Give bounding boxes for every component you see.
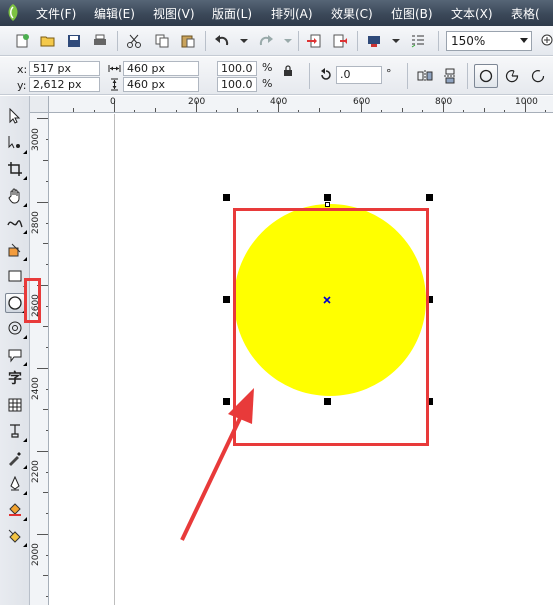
rotation-handle[interactable] — [325, 202, 330, 207]
paste-icon[interactable] — [178, 31, 198, 51]
rotation-angle-field[interactable]: .0 — [336, 66, 382, 84]
selection-handle[interactable] — [223, 296, 230, 303]
save-icon[interactable] — [64, 31, 84, 51]
menu-text[interactable]: 文本(X) — [451, 5, 493, 22]
annotation-tool-highlight — [24, 278, 41, 323]
interactive-fill-tool-icon[interactable] — [5, 526, 27, 547]
degree-label: ° — [386, 67, 392, 80]
ruler-label: 3000 — [31, 128, 41, 151]
ruler-label: 200 — [188, 97, 206, 107]
y-label: y: — [17, 79, 27, 92]
x-position-field[interactable]: 517 px — [29, 61, 100, 76]
scale-y-field[interactable]: 100.0 — [217, 77, 257, 92]
ruler-label: 0 — [110, 97, 116, 107]
menu-edit[interactable]: 编辑(E) — [94, 5, 135, 22]
mirror-horizontal-icon[interactable] — [415, 66, 435, 86]
annotation-arrow-icon — [180, 388, 254, 541]
vertical-ruler[interactable]: 3000 2800 2600 2400 2200 2000 — [30, 113, 49, 605]
ellipse-mode-button[interactable] — [474, 64, 498, 88]
ruler-label: 1000 — [515, 97, 538, 107]
ruler-origin[interactable] — [30, 96, 49, 113]
height-field[interactable]: 460 px — [123, 77, 199, 92]
table-tool-icon[interactable] — [5, 395, 25, 415]
chevron-down-icon[interactable] — [278, 31, 298, 51]
property-bar: x: 517 px y: 2,612 px 460 px 460 px 100.… — [0, 57, 553, 95]
ruler-label: 600 — [353, 97, 371, 107]
ruler-label: 2400 — [31, 377, 41, 400]
open-folder-icon[interactable] — [38, 31, 58, 51]
arc-mode-icon[interactable] — [528, 66, 548, 86]
menu-layout[interactable]: 版面(L) — [212, 5, 252, 22]
print-icon[interactable] — [90, 31, 110, 51]
chevron-down-icon[interactable] — [234, 31, 254, 51]
lock-ratio-icon[interactable] — [282, 64, 294, 76]
options-icon[interactable] — [408, 31, 428, 51]
text-tool-icon[interactable]: 字 — [5, 368, 25, 388]
mirror-vertical-icon[interactable] — [440, 66, 460, 86]
page-border — [114, 114, 115, 605]
pan-tool-icon[interactable] — [5, 186, 27, 207]
ruler-label: 2000 — [31, 543, 41, 566]
horizontal-ruler[interactable]: 0 200 400 600 800 1000 — [30, 96, 553, 113]
dimension-tool-icon[interactable] — [5, 421, 27, 442]
selection-handle[interactable] — [223, 194, 230, 201]
chevron-down-icon[interactable] — [386, 31, 406, 51]
y-position-field[interactable]: 2,612 px — [29, 77, 100, 92]
height-icon — [107, 77, 121, 91]
percent-label: % — [262, 77, 273, 90]
ruler-label: 800 — [435, 97, 453, 107]
eyedropper-tool-icon[interactable] — [5, 448, 27, 469]
percent-label: % — [262, 61, 273, 74]
pie-mode-icon[interactable] — [502, 66, 522, 86]
menu-table[interactable]: 表格( — [511, 5, 540, 22]
undo-icon[interactable] — [212, 31, 232, 51]
width-icon — [107, 61, 121, 75]
export-icon[interactable] — [330, 31, 350, 51]
copy-icon[interactable] — [152, 31, 172, 51]
x-label: x: — [17, 63, 28, 76]
polygon-tool-icon[interactable] — [5, 318, 27, 339]
zoom-level-value: 150% — [451, 34, 486, 48]
chevron-down-icon — [520, 38, 528, 43]
menu-file[interactable]: 文件(F) — [36, 5, 76, 22]
crop-tool-icon[interactable] — [5, 159, 27, 180]
new-document-icon[interactable] — [12, 31, 32, 51]
basic-shapes-tool-icon[interactable] — [5, 345, 27, 366]
ellipse-tool-icon[interactable] — [5, 293, 26, 313]
pick-tool-icon[interactable] — [5, 106, 25, 126]
application-launcher-icon[interactable] — [364, 31, 384, 51]
zoom-in-icon[interactable] — [538, 31, 553, 51]
coreldraw-logo-icon — [8, 4, 18, 21]
smart-fill-tool-icon[interactable] — [5, 240, 27, 261]
scale-x-field[interactable]: 100.0 — [217, 61, 257, 76]
rectangle-tool-icon[interactable] — [5, 266, 27, 287]
width-field[interactable]: 460 px — [123, 61, 199, 76]
selection-handle[interactable] — [426, 194, 433, 201]
zoom-level-select[interactable]: 150% — [446, 31, 532, 51]
menubar: 文件(F) 编辑(E) 视图(V) 版面(L) 排列(A) 效果(C) 位图(B… — [0, 0, 553, 26]
ruler-label: 2800 — [31, 211, 41, 234]
ruler-label: 2200 — [31, 460, 41, 483]
outline-tool-icon[interactable] — [5, 474, 27, 495]
menu-effects[interactable]: 效果(C) — [331, 5, 373, 22]
fill-tool-icon[interactable] — [5, 500, 27, 521]
redo-icon[interactable] — [256, 31, 276, 51]
import-icon[interactable] — [304, 31, 324, 51]
menu-arrange[interactable]: 排列(A) — [271, 5, 313, 22]
cut-icon[interactable] — [124, 31, 144, 51]
toolbox: 字 — [0, 96, 30, 605]
selection-handle[interactable] — [324, 194, 331, 201]
menu-view[interactable]: 视图(V) — [153, 5, 195, 22]
rotate-icon — [318, 67, 334, 83]
shape-tool-icon[interactable] — [5, 133, 27, 154]
ruler-label: 400 — [270, 97, 288, 107]
freehand-tool-icon[interactable] — [5, 213, 27, 234]
annotation-highlight-box — [233, 208, 429, 446]
menu-bitmaps[interactable]: 位图(B) — [391, 5, 433, 22]
